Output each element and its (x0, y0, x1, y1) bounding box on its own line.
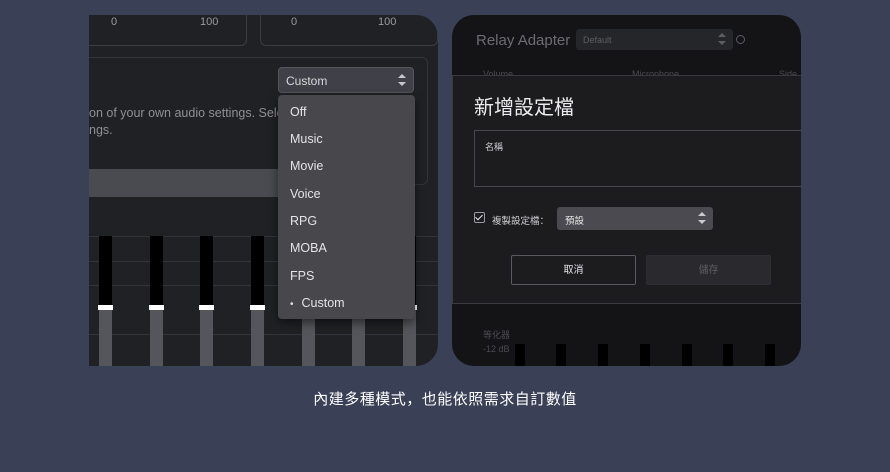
menu-item-rpg[interactable]: RPG (290, 214, 317, 228)
dialog-title: 新增設定檔 (474, 97, 574, 119)
profile-name-input[interactable]: 名稱 (474, 130, 801, 187)
eq-bar (723, 344, 733, 366)
eq-bar (682, 344, 692, 366)
left-screenshot-panel: 0 100 0 100 on of your own audio setting… (89, 15, 438, 366)
db-label: -12 dB (483, 344, 510, 354)
meter-max-label: 100 (200, 16, 219, 28)
preset-select-value: Custom (286, 74, 328, 88)
eq-slider[interactable] (199, 236, 214, 366)
equalizer-label: 等化器 (483, 330, 511, 340)
caption-text: 內建多種模式，也能依照需求自訂數值 (313, 391, 577, 408)
updown-arrows-icon (718, 33, 726, 45)
checkmark-icon (475, 212, 483, 221)
right-screenshot-panel: Relay Adapter Default Volume Microphone … (452, 15, 801, 366)
selected-bullet-icon: • (290, 299, 294, 310)
meter-max-label: 100 (378, 16, 397, 28)
new-profile-dialog: 新增設定檔 名稱 複製設定檔： 預設 取消 儲存 (452, 75, 801, 304)
save-button[interactable]: 儲存 (646, 255, 771, 285)
menu-item-custom[interactable]: • Custom (290, 296, 345, 310)
menu-item-movie[interactable]: Movie (290, 159, 323, 173)
eq-bar (640, 344, 650, 366)
eq-bar (598, 344, 608, 366)
meter-min-label: 0 (291, 16, 298, 28)
cancel-button[interactable]: 取消 (511, 255, 636, 285)
menu-item-off[interactable]: Off (290, 105, 306, 119)
menu-item-fps[interactable]: FPS (290, 269, 314, 283)
menu-item-moba[interactable]: MOBA (290, 241, 327, 255)
copy-profile-label: 複製設定檔： (492, 216, 550, 227)
copy-profile-select[interactable]: 預設 (557, 207, 713, 230)
updown-arrows-icon (398, 74, 406, 86)
copy-profile-select-value: 預設 (565, 216, 585, 227)
menu-item-music[interactable]: Music (290, 132, 323, 146)
name-label: 名稱 (485, 142, 504, 152)
preset-description: on of your own audio settings. Sele ngs. (89, 106, 284, 137)
info-icon[interactable] (736, 35, 745, 44)
meter-min-label: 0 (111, 16, 118, 28)
menu-item-voice[interactable]: Voice (290, 187, 321, 201)
eq-bar (556, 344, 566, 366)
eq-slider[interactable] (149, 236, 164, 366)
eq-bar (765, 344, 775, 366)
meter-box-left: 0 100 (89, 15, 247, 46)
profile-select-value: Default (583, 35, 612, 45)
eq-slider[interactable] (98, 236, 113, 366)
app-title: Relay Adapter (476, 32, 571, 49)
meter-box-right: 0 100 (260, 15, 438, 46)
updown-arrows-icon (698, 212, 706, 224)
copy-profile-checkbox[interactable] (474, 212, 485, 223)
preset-dropdown-menu: Off Music Movie Voice RPG MOBA FPS • Cust… (278, 95, 415, 319)
preset-select[interactable]: Custom (278, 67, 414, 93)
eq-slider[interactable] (250, 236, 265, 366)
eq-bar (515, 344, 525, 366)
profile-select[interactable]: Default (576, 29, 733, 50)
